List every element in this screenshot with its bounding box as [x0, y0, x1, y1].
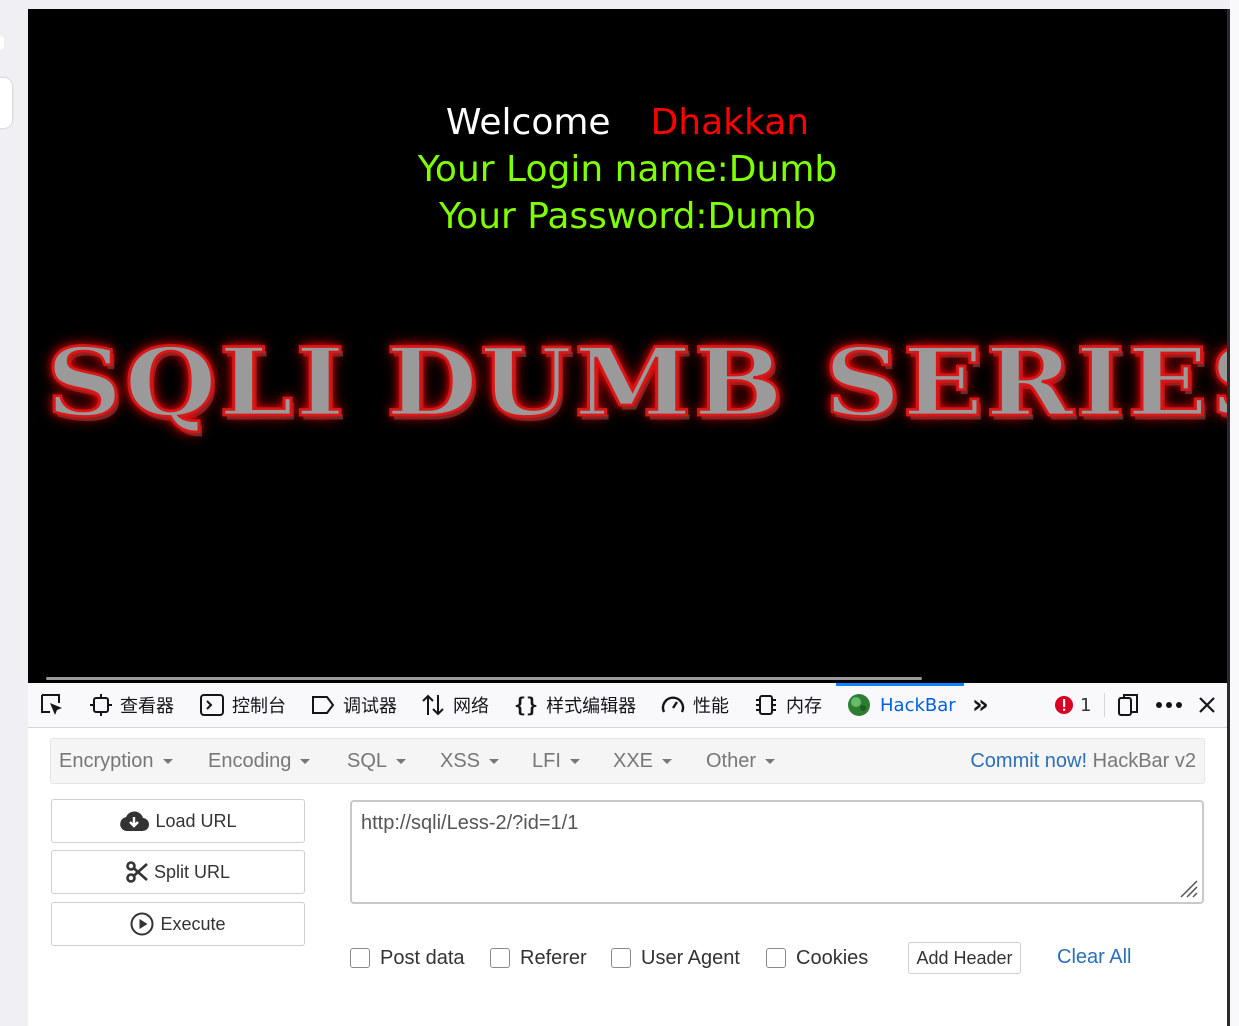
side-panel-handle[interactable]	[0, 36, 4, 50]
play-circle-icon	[130, 912, 154, 936]
cloud-download-icon	[120, 811, 150, 832]
menu-lfi[interactable]: LFI	[532, 739, 580, 783]
browser-top-edge	[28, 0, 1239, 9]
caret-down-icon	[765, 759, 776, 765]
tab-label: 样式编辑器	[546, 696, 637, 717]
welcome-label: Welcome	[445, 102, 611, 143]
execute-button[interactable]: Execute	[51, 902, 305, 946]
tab-label: HackBar	[880, 694, 956, 716]
tab-memory[interactable]: 内存	[754, 683, 822, 727]
ellipsis-icon	[1156, 702, 1182, 708]
menu-encryption[interactable]: Encryption	[59, 739, 173, 783]
tab-label: 调试器	[343, 696, 397, 717]
horizontal-scrollbar[interactable]	[46, 677, 922, 680]
login-name-line: Your Login name:Dumb	[417, 149, 838, 190]
chevron-double-right-icon: »	[972, 690, 989, 720]
debugger-icon	[312, 696, 335, 714]
caret-down-icon	[396, 759, 407, 765]
menu-xxe[interactable]: XXE	[613, 739, 673, 783]
hackbar-icon	[848, 694, 870, 716]
tab-label: 查看器	[120, 696, 174, 717]
option-user-agent[interactable]: User Agent	[611, 943, 740, 973]
dock-options-button[interactable]	[1116, 683, 1140, 727]
referer-checkbox[interactable]	[490, 948, 510, 968]
console-icon	[200, 694, 224, 716]
performance-icon	[661, 696, 685, 713]
error-count-button[interactable]: 1	[1054, 683, 1091, 727]
tab-label: 网络	[453, 696, 489, 717]
sqli-banner: SQLI DUMB SERIES	[44, 326, 1227, 439]
toolbar-divider	[1104, 693, 1105, 717]
cookies-checkbox[interactable]	[766, 948, 786, 968]
inspector-icon	[90, 694, 112, 716]
split-url-button[interactable]: Split URL	[51, 850, 305, 894]
clear-all-link[interactable]: Clear All	[1057, 942, 1131, 972]
add-header-button[interactable]: Add Header	[908, 942, 1021, 974]
welcome-line: Welcome Dhakkan	[28, 99, 1227, 146]
tab-performance[interactable]: 性能	[661, 683, 729, 727]
tab-hackbar[interactable]: HackBar	[846, 683, 956, 727]
side-panel-tab[interactable]	[0, 78, 12, 128]
style-editor-icon: {}	[514, 693, 539, 717]
memory-icon	[756, 695, 776, 715]
dock-side-icon	[1118, 694, 1138, 716]
network-icon	[422, 694, 444, 716]
element-picker-icon	[41, 694, 62, 715]
option-referer[interactable]: Referer	[490, 943, 587, 973]
devtools-toolbar: 查看器 控制台 调试器 网络 {} 样式编辑器 性能 内存 HackBar » 1	[28, 683, 1227, 728]
devtools-panel: 查看器 控制台 调试器 网络 {} 样式编辑器 性能 内存 HackBar » 1	[28, 683, 1227, 1026]
menu-sql[interactable]: SQL	[347, 739, 407, 783]
url-value: http://sqli/Less-2/?id=1/1	[361, 812, 579, 834]
hackbar-panel: Encryption Encoding SQL XSS LFI XXE Othe…	[28, 728, 1227, 1026]
user-agent-checkbox[interactable]	[611, 948, 631, 968]
resize-handle-icon[interactable]	[1175, 875, 1199, 899]
close-icon	[1199, 697, 1215, 713]
caret-down-icon	[662, 759, 673, 765]
caret-down-icon	[569, 759, 580, 765]
browser-right-edge	[1230, 0, 1239, 1026]
execute-label: Execute	[160, 913, 226, 934]
option-cookies[interactable]: Cookies	[766, 943, 868, 973]
devtools-menu-button[interactable]	[1155, 683, 1183, 727]
caret-down-icon	[489, 759, 500, 765]
element-picker-button[interactable]	[39, 683, 65, 727]
welcome-name: Dhakkan	[650, 102, 810, 143]
split-url-label: Split URL	[153, 861, 231, 882]
tab-console[interactable]: 控制台	[200, 683, 286, 727]
more-tabs-button[interactable]: »	[972, 683, 989, 727]
hackbar-menu-bar: Encryption Encoding SQL XSS LFI XXE Othe…	[50, 738, 1205, 784]
commit-now-link[interactable]: Commit now!	[970, 750, 1087, 772]
browser-left-edge	[0, 0, 28, 1026]
tab-label: 性能	[693, 696, 729, 717]
password-line: Your Password:Dumb	[438, 196, 817, 237]
close-devtools-button[interactable]	[1198, 683, 1216, 727]
option-post-data[interactable]: Post data	[350, 943, 465, 973]
load-url-label: Load URL	[155, 810, 237, 831]
error-icon	[1055, 696, 1073, 714]
page-viewport: Welcome Dhakkan Your Login name:Dumb Your…	[28, 9, 1227, 683]
tab-label: 控制台	[232, 696, 286, 717]
tab-network[interactable]: 网络	[421, 683, 489, 727]
load-url-button[interactable]: Load URL	[51, 799, 305, 843]
error-count: 1	[1080, 694, 1092, 716]
hackbar-version: HackBar v2	[1092, 750, 1196, 772]
menu-other[interactable]: Other	[706, 739, 776, 783]
hackbar-brand: Commit now! HackBar v2	[970, 739, 1196, 783]
tab-debugger[interactable]: 调试器	[311, 683, 397, 727]
tab-inspector[interactable]: 查看器	[90, 683, 174, 727]
menu-encoding[interactable]: Encoding	[208, 739, 311, 783]
caret-down-icon	[300, 759, 311, 765]
post-data-checkbox[interactable]	[350, 948, 370, 968]
tab-label: 内存	[786, 696, 822, 717]
tab-style-editor[interactable]: {} 样式编辑器	[514, 683, 636, 727]
caret-down-icon	[162, 759, 173, 765]
url-textarea[interactable]: http://sqli/Less-2/?id=1/1	[350, 800, 1204, 904]
menu-xss[interactable]: XSS	[440, 739, 500, 783]
scissors-icon	[126, 861, 148, 883]
